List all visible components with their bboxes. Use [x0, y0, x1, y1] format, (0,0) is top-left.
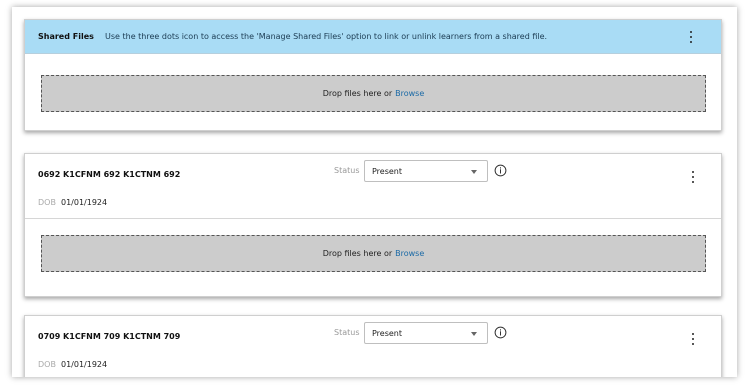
learner-card: 0692 K1CFNM 692 K1CTNM 692 Status Presen…	[24, 153, 722, 297]
learner-name: 0692 K1CFNM 692 K1CTNM 692	[38, 170, 181, 179]
shared-files-dropzone[interactable]: Drop files here or Browse	[41, 75, 706, 112]
shared-files-info: Use the three dots icon to access the 'M…	[105, 32, 548, 41]
learner-card: 0709 K1CFNM 709 K1CTNM 709 Status Presen…	[24, 315, 722, 377]
learner-menu-icon[interactable]	[688, 171, 698, 183]
content-frame: Shared Files Use the three dots icon to …	[12, 7, 737, 377]
learner-dropzone[interactable]: Drop files here or Browse	[41, 235, 706, 272]
status-select[interactable]: Present	[364, 322, 488, 344]
learner-name: 0709 K1CFNM 709 K1CTNM 709	[38, 332, 181, 341]
status-label: Status	[334, 328, 360, 337]
dropzone-text: Drop files here or	[322, 249, 393, 258]
shared-files-menu-icon[interactable]	[686, 31, 696, 43]
dob-value: 01/01/1924	[61, 198, 108, 207]
chevron-down-icon	[471, 170, 477, 174]
info-icon[interactable]	[494, 326, 507, 339]
status-value: Present	[372, 166, 403, 176]
browse-link[interactable]: Browse	[395, 89, 424, 98]
shared-files-card: Shared Files Use the three dots icon to …	[24, 19, 722, 131]
dob-value: 01/01/1924	[61, 360, 108, 369]
learner-menu-icon[interactable]	[688, 333, 698, 345]
dob-label: DOB	[38, 360, 56, 369]
divider	[25, 218, 721, 219]
info-icon[interactable]	[494, 164, 507, 177]
shared-files-title: Shared Files	[38, 32, 94, 41]
dob-label: DOB	[38, 198, 56, 207]
shared-files-header: Shared Files Use the three dots icon to …	[25, 20, 721, 54]
chevron-down-icon	[471, 332, 477, 336]
status-label: Status	[334, 166, 360, 175]
browse-link[interactable]: Browse	[395, 249, 424, 258]
dropzone-text: Drop files here or	[322, 89, 393, 98]
status-select[interactable]: Present	[364, 160, 488, 182]
status-value: Present	[372, 328, 403, 338]
